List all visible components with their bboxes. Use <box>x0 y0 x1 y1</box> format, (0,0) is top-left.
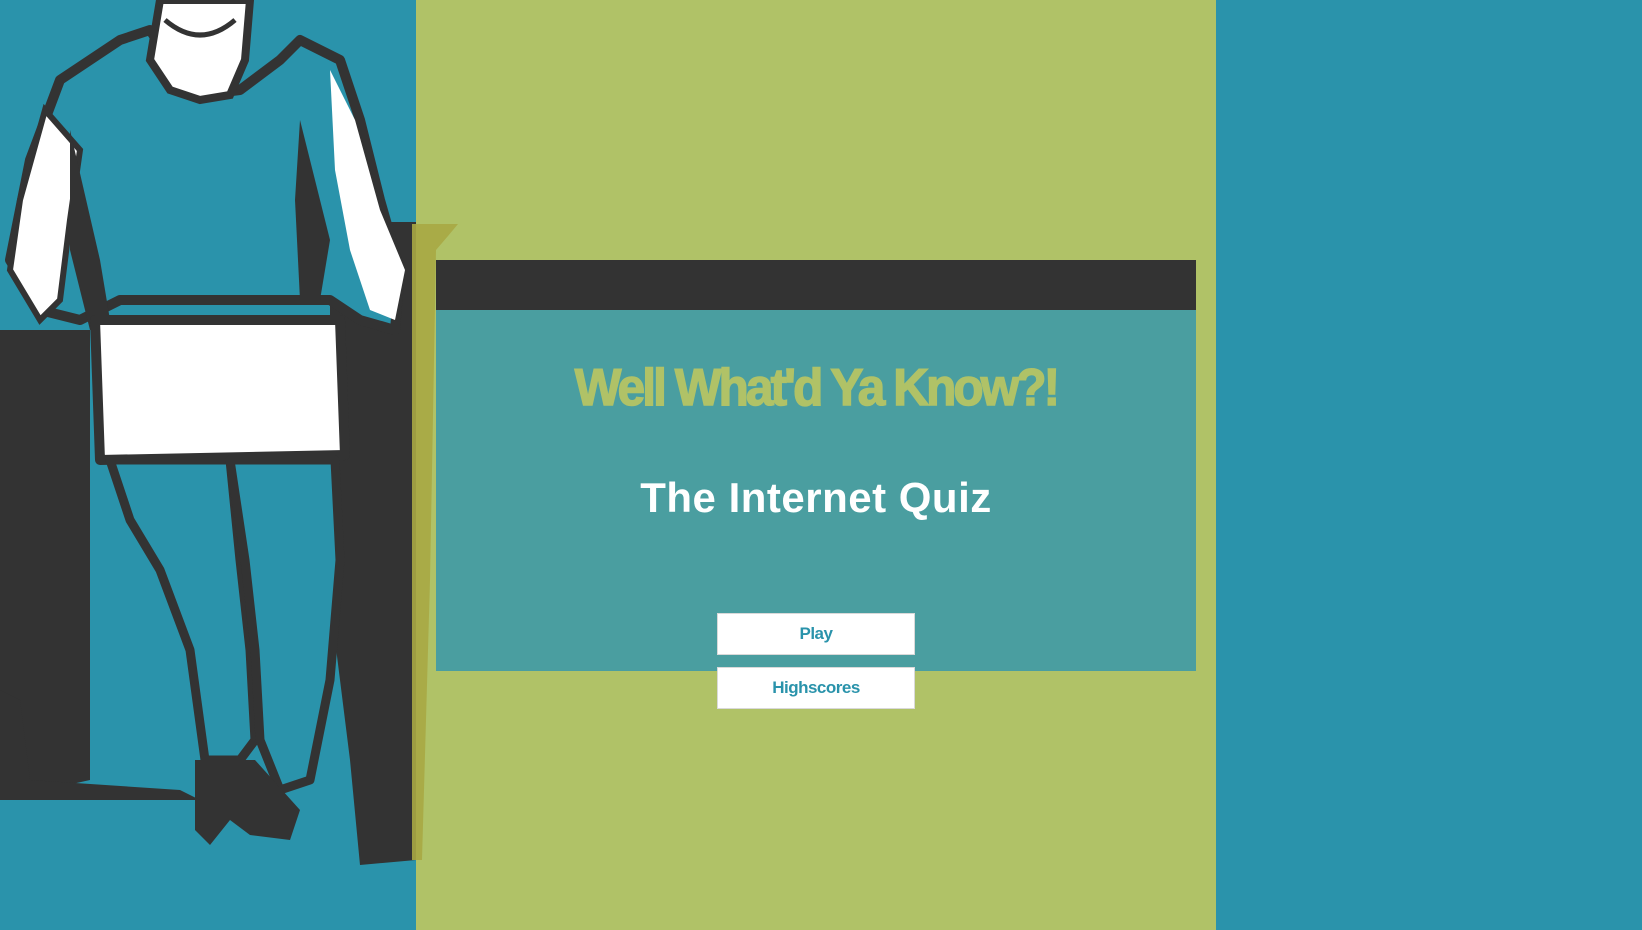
game-title: Well What'd Ya Know?! <box>574 358 1061 418</box>
quiz-subtitle: The Internet Quiz <box>640 474 992 521</box>
quiz-card: Well What'd Ya Know?! The Internet Quiz … <box>436 260 1196 709</box>
highscores-button[interactable]: Highscores <box>717 667 915 709</box>
quiz-home-screen: Well What'd Ya Know?! The Internet Quiz … <box>0 0 1642 930</box>
play-button[interactable]: Play <box>717 613 915 655</box>
person-with-laptop-icon <box>0 0 458 865</box>
right-background <box>1216 0 1642 930</box>
card-header-bar <box>436 260 1196 310</box>
card-body: Well What'd Ya Know?! The Internet Quiz … <box>436 310 1196 709</box>
